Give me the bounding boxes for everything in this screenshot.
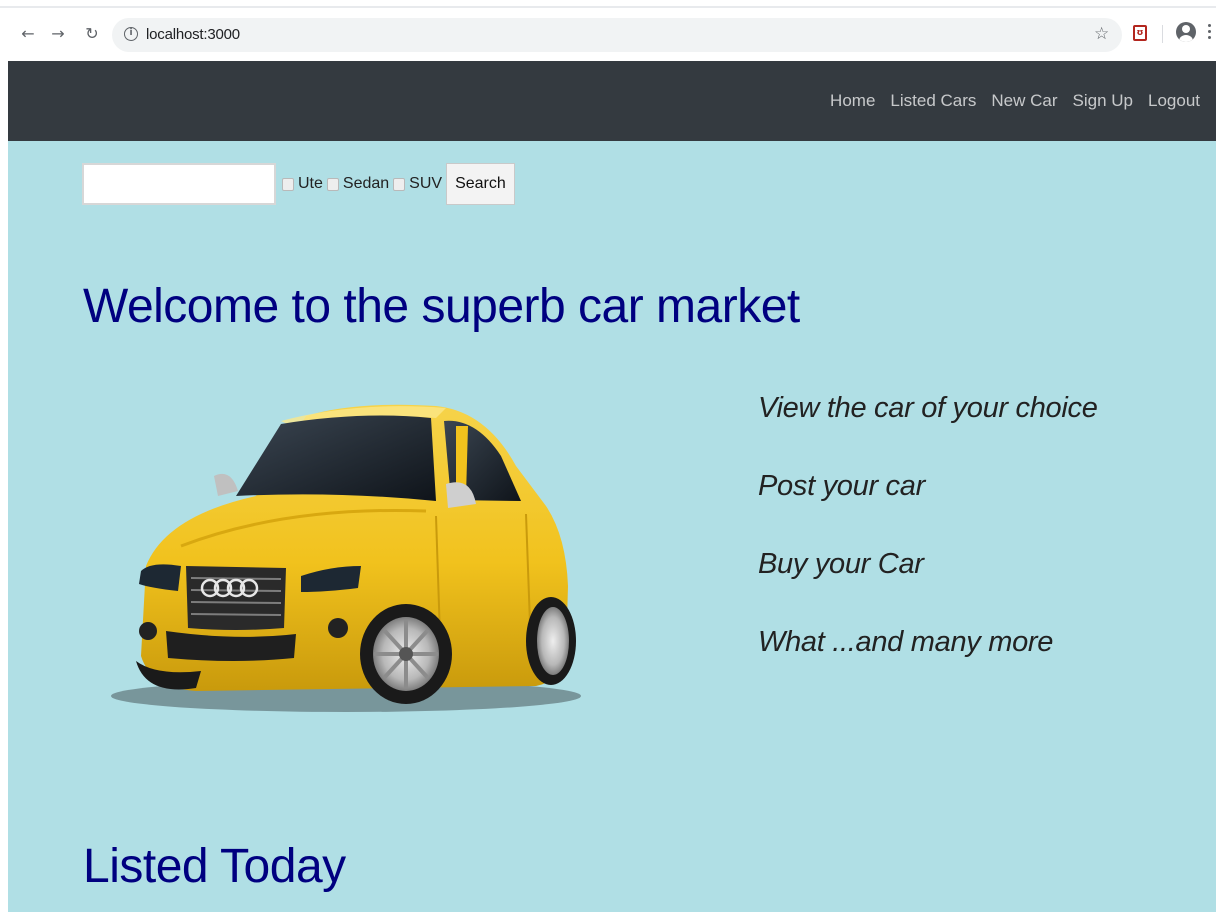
toolbar-separator: [1162, 25, 1163, 43]
top-navbar: Home Listed Cars New Car Sign Up Logout: [8, 61, 1216, 141]
profile-icon[interactable]: [1176, 22, 1196, 42]
forward-arrow-icon[interactable]: →: [46, 20, 70, 48]
address-bar[interactable]: i localhost:3000: [112, 18, 1122, 52]
checkbox-sedan[interactable]: [326, 177, 339, 191]
features-list: View the car of your choice Post your ca…: [758, 391, 1098, 703]
feature-post-car: Post your car: [758, 470, 925, 502]
shield-extension-icon[interactable]: ʊ: [1133, 25, 1147, 41]
browser-toolbar: ← → ↻ i localhost:3000 ☆ ʊ: [0, 0, 1216, 61]
checkbox-suv[interactable]: [393, 177, 406, 191]
feature-view-cars: View the car of your choice: [758, 392, 1098, 424]
tab-strip-divider: [0, 6, 1216, 8]
reload-icon[interactable]: ↻: [80, 20, 104, 48]
search-input[interactable]: [82, 163, 276, 205]
nav-link-new-car[interactable]: New Car: [991, 91, 1057, 111]
listed-today-heading: Listed Today: [83, 840, 346, 893]
url-text[interactable]: localhost:3000: [146, 26, 240, 43]
yellow-audi-car-image: [111, 404, 581, 712]
kebab-menu-icon[interactable]: [1208, 24, 1212, 42]
back-arrow-icon[interactable]: ←: [16, 20, 40, 48]
checkbox-label-suv: SUV: [409, 175, 443, 192]
feature-many-more: What ...and many more: [758, 626, 1054, 658]
info-icon[interactable]: i: [124, 27, 138, 41]
nav-links: Home Listed Cars New Car Sign Up Logout: [830, 91, 1200, 111]
search-button[interactable]: Search: [446, 163, 515, 205]
checkbox-label-ute: Ute: [298, 175, 323, 192]
star-icon[interactable]: ☆: [1094, 24, 1109, 44]
welcome-heading: Welcome to the superb car market: [83, 280, 800, 333]
search-form: Ute Sedan SUV Search: [82, 163, 515, 205]
page-viewport: Home Listed Cars New Car Sign Up Logout …: [8, 61, 1216, 912]
checkbox-label-sedan: Sedan: [342, 175, 390, 192]
nav-link-logout[interactable]: Logout: [1148, 91, 1200, 111]
nav-link-listed-cars[interactable]: Listed Cars: [890, 91, 976, 111]
nav-link-home[interactable]: Home: [830, 91, 875, 111]
checkbox-ute[interactable]: [282, 177, 294, 191]
feature-buy-car: Buy your Car: [758, 548, 924, 580]
nav-link-sign-up[interactable]: Sign Up: [1073, 91, 1133, 111]
